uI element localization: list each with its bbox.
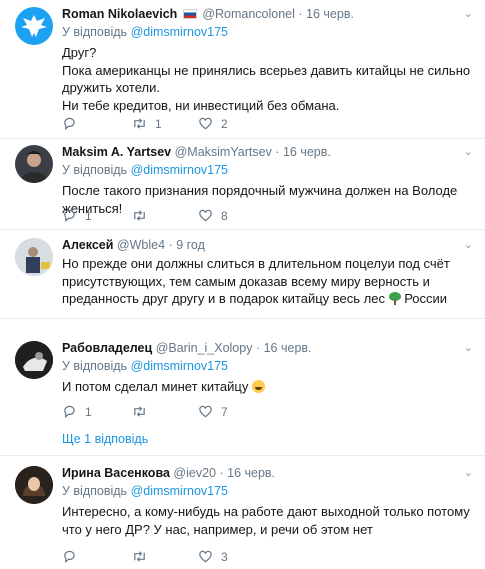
display-name[interactable]: Roman Nikolaevich [62, 7, 177, 21]
tweet-header: Ирина Васенкова @iev20 · 16 черв. ⌄ [62, 465, 473, 481]
like-button[interactable]: 7 [198, 404, 228, 419]
tweet[interactable]: Ирина Васенкова @iev20 · 16 черв. ⌄ У ві… [0, 456, 485, 569]
reply-context: У відповідь @dimsmirnov175 [62, 484, 229, 498]
chevron-down-icon[interactable]: ⌄ [464, 237, 473, 253]
chevron-down-icon[interactable]: ⌄ [464, 340, 473, 356]
like-count: 8 [221, 208, 228, 223]
reply-button[interactable] [62, 116, 77, 131]
heart-icon [199, 550, 212, 563]
display-name[interactable]: Maksim A. Yartsev [62, 145, 171, 159]
retweet-button[interactable]: 1 [132, 116, 162, 131]
chevron-down-icon[interactable]: ⌄ [464, 144, 473, 160]
retweet-button[interactable] [132, 404, 147, 419]
reply-to-link[interactable]: @dimsmirnov175 [131, 25, 228, 39]
like-button[interactable]: 3 [198, 549, 228, 564]
show-more-replies-link[interactable]: Ще 1 відповідь [62, 432, 148, 446]
reply-to-link[interactable]: @dimsmirnov175 [131, 163, 228, 177]
reply-icon [64, 550, 75, 563]
reply-icon [64, 209, 75, 222]
like-count: 2 [221, 116, 228, 131]
person-photo-icon [15, 466, 53, 504]
avatar[interactable] [15, 145, 53, 183]
timestamp[interactable]: 16 черв. [283, 145, 331, 159]
avatar[interactable] [15, 466, 53, 504]
user-handle[interactable]: @MaksimYartsev [175, 145, 272, 159]
tweet-text: После такого признания порядочный мужчин… [62, 183, 458, 216]
tweet[interactable]: Алексей @Wble4 · 9 год ⌄ Но прежде они д… [0, 230, 485, 318]
person-photo-icon [15, 238, 53, 276]
heart-icon [199, 117, 212, 130]
display-name[interactable]: Ирина Васенкова [62, 466, 170, 480]
tweet-text: И потом сделал минет китайцу [62, 378, 473, 396]
tweet-header: Maksim A. Yartsev @MaksimYartsev · 16 че… [62, 144, 473, 160]
like-button[interactable]: 2 [198, 116, 228, 131]
tweet-text: Интересно, а кому-нибудь на работе дают … [62, 504, 470, 537]
reply-button[interactable]: 1 [62, 208, 92, 223]
retweet-icon [134, 210, 145, 221]
tweet-header: Roman Nikolaevich @Romancolonel · 16 чер… [62, 6, 473, 22]
tweet[interactable]: Roman Nikolaevich @Romancolonel · 16 чер… [0, 0, 485, 138]
user-handle[interactable]: @iev20 [173, 466, 216, 480]
user-handle[interactable]: @Barin_i_Xolopy [156, 341, 253, 355]
like-button[interactable]: 8 [198, 208, 228, 223]
user-handle[interactable]: @Romancolonel [202, 7, 295, 21]
heart-icon [199, 209, 212, 222]
tweet[interactable]: Рабовладелец @Barin_i_Xolopy · 16 черв. … [0, 319, 485, 455]
tweet[interactable]: Maksim A. Yartsev @MaksimYartsev · 16 че… [0, 139, 485, 229]
tweet-text: Но прежде они должны слиться в длительно… [62, 256, 450, 306]
timestamp[interactable]: 9 год [176, 238, 205, 252]
avatar[interactable] [15, 238, 53, 276]
retweet-icon [134, 118, 145, 129]
russia-flag-icon [182, 9, 197, 19]
retweet-button[interactable] [132, 208, 147, 223]
display-name[interactable]: Алексей [62, 238, 113, 252]
avatar[interactable] [15, 341, 53, 379]
timestamp[interactable]: 16 черв. [227, 466, 275, 480]
retweet-icon [134, 551, 145, 562]
retweet-icon [134, 406, 145, 417]
reply-icon [64, 117, 75, 130]
tweet-header: Рабовладелец @Barin_i_Xolopy · 16 черв. … [62, 340, 473, 356]
reply-to-link[interactable]: @dimsmirnov175 [131, 484, 228, 498]
reply-context: У відповідь @dimsmirnov175 [62, 163, 229, 177]
reply-context: У відповідь @dimsmirnov175 [62, 25, 229, 39]
reply-icon [64, 405, 75, 418]
reply-button[interactable]: 1 [62, 404, 92, 419]
chevron-down-icon[interactable]: ⌄ [464, 465, 473, 481]
timestamp[interactable]: 16 черв. [306, 7, 354, 21]
reply-count: 1 [85, 404, 92, 419]
reply-button[interactable] [62, 549, 77, 564]
reply-context: У відповідь @dimsmirnov175 [62, 359, 229, 373]
display-name[interactable]: Рабовладелец [62, 341, 152, 355]
tweet-text: Друг? Пока американцы не принялись всерь… [62, 45, 471, 113]
retweet-button[interactable] [132, 549, 147, 564]
reply-to-link[interactable]: @dimsmirnov175 [131, 359, 228, 373]
tweet-header: Алексей @Wble4 · 9 год ⌄ [62, 237, 473, 253]
person-photo-icon [20, 151, 48, 183]
heart-icon [199, 405, 212, 418]
avatar[interactable] [15, 7, 53, 45]
chevron-down-icon[interactable]: ⌄ [464, 6, 473, 22]
reply-count: 1 [85, 208, 92, 223]
user-handle[interactable]: @Wble4 [117, 238, 165, 252]
person-photo-icon [15, 341, 53, 379]
timestamp[interactable]: 16 черв. [264, 341, 312, 355]
tree-emoji-icon [388, 292, 401, 305]
eagle-emblem-icon [21, 15, 47, 37]
like-count: 3 [221, 549, 228, 564]
laughing-emoji-icon [252, 380, 265, 393]
like-count: 7 [221, 404, 228, 419]
retweet-count: 1 [155, 116, 162, 131]
